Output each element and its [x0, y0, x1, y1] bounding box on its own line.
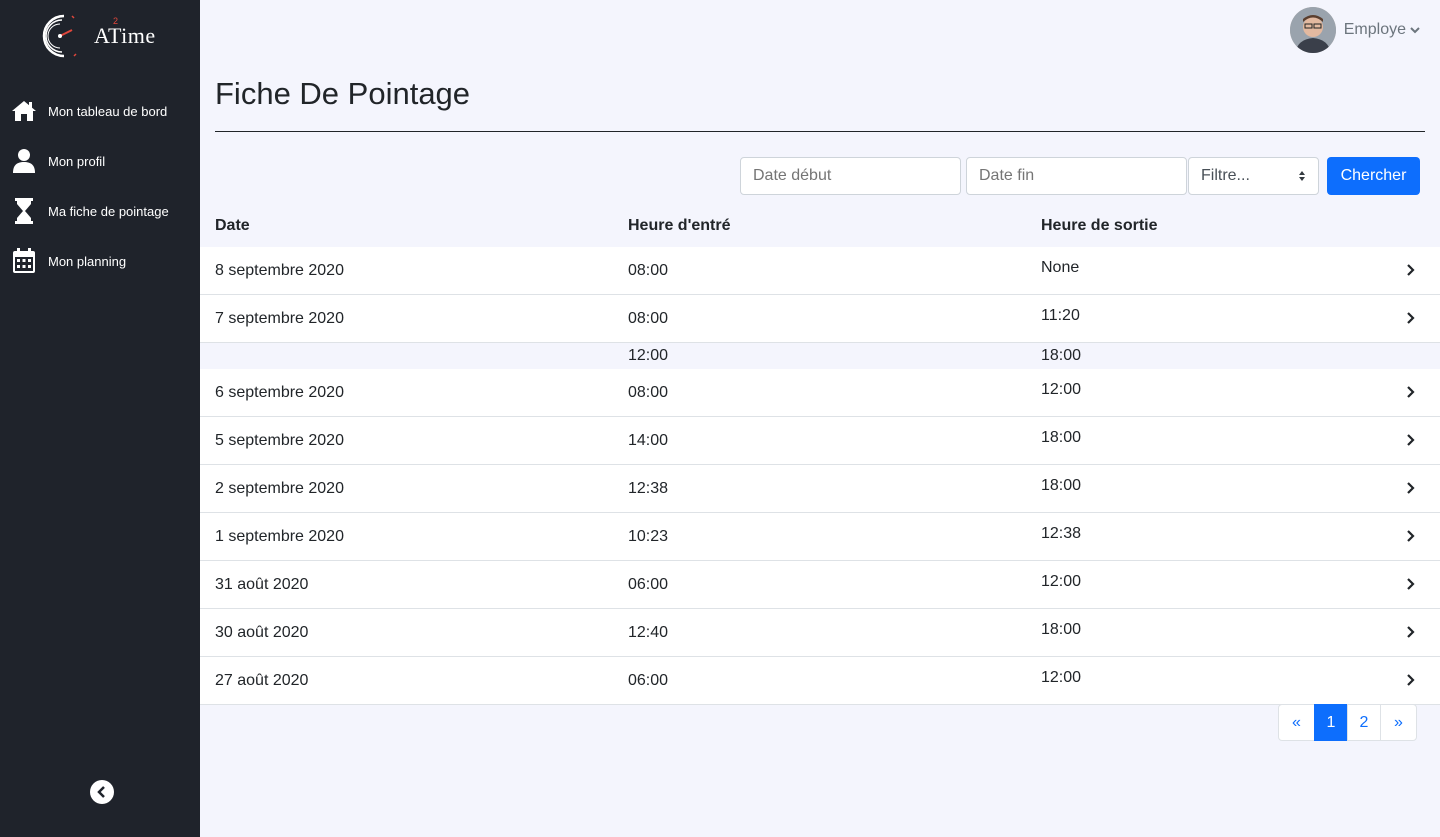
- table-row[interactable]: 5 septembre 2020 14:00 18:00: [200, 417, 1440, 465]
- cell-entry-time: 12:00: [628, 347, 669, 364]
- cell-date: 5 septembre 2020: [215, 432, 344, 449]
- main-content: Fiche De Pointage Filtre... Chercher Dat…: [200, 62, 1440, 837]
- cell-entry-time: 12:38: [628, 480, 669, 497]
- table-body: 8 septembre 2020 08:00 None 7 septembre 202…: [200, 247, 1440, 705]
- cell-entry-time: 14:00: [628, 432, 669, 449]
- pagination-page-2[interactable]: 2: [1347, 704, 1381, 741]
- table-row[interactable]: 2 septembre 2020 12:38 18:00: [200, 465, 1440, 513]
- cell-entry-time: 12:40: [628, 624, 669, 641]
- cell-entry-time: 06:00: [628, 672, 669, 689]
- sidebar-collapse-button[interactable]: [90, 780, 114, 804]
- logo-superscript: 2: [113, 16, 119, 26]
- cell-entry-time: 10:23: [628, 528, 669, 545]
- table-row[interactable]: 27 août 2020 06:00 12:00: [200, 657, 1440, 705]
- sidebar-item-planning[interactable]: Mon planning: [0, 236, 200, 286]
- sidebar-item-label: Mon planning: [48, 253, 127, 269]
- cell-exit-time: 11:20: [1041, 307, 1080, 324]
- sidebar-item-label: Mon profil: [48, 153, 106, 169]
- logo-text: ATime: [94, 23, 156, 48]
- table-row[interactable]: 8 septembre 2020 08:00 None: [200, 247, 1440, 295]
- cell-entry-time: 08:00: [628, 310, 669, 327]
- filter-select[interactable]: Filtre...: [1188, 157, 1319, 195]
- chevron-right-icon: [1407, 385, 1415, 403]
- user-menu[interactable]: Employe: [1289, 7, 1420, 53]
- cell-exit-time: 18:00: [1041, 477, 1082, 494]
- cell-date: 2 septembre 2020: [215, 480, 344, 497]
- table-row[interactable]: 31 août 2020 06:00 12:00: [200, 561, 1440, 609]
- chevron-down-icon: [1410, 21, 1420, 39]
- column-header-date: Date: [215, 217, 250, 234]
- hourglass-icon: [10, 197, 38, 225]
- sidebar-nav: Mon tableau de bord Mon profil Ma fiche …: [0, 86, 200, 286]
- sidebar-item-label: Mon tableau de bord: [48, 103, 168, 119]
- chevron-right-icon: [1407, 433, 1415, 451]
- sidebar-item-dashboard[interactable]: Mon tableau de bord: [0, 86, 200, 136]
- table-header: Date Heure d'entré Heure de sortie: [200, 207, 1440, 247]
- cell-date: 1 septembre 2020: [215, 528, 344, 545]
- timesheet-table: Date Heure d'entré Heure de sortie 8 sep…: [200, 207, 1440, 705]
- cell-exit-time: 12:38: [1041, 525, 1082, 542]
- sidebar-item-label: Ma fiche de pointage: [48, 203, 169, 219]
- table-row[interactable]: 1 septembre 2020 10:23 12:38: [200, 513, 1440, 561]
- app-logo[interactable]: ATime 2: [38, 10, 168, 62]
- date-end-input[interactable]: [966, 157, 1187, 195]
- date-start-input[interactable]: [740, 157, 961, 195]
- table-row[interactable]: 6 septembre 2020 08:00 12:00: [200, 369, 1440, 417]
- cell-date: 31 août 2020: [215, 576, 309, 593]
- calendar-icon: [10, 247, 38, 275]
- chevron-right-icon: [1407, 673, 1415, 691]
- cell-date: 8 septembre 2020: [215, 262, 344, 279]
- cell-exit-time: 18:00: [1041, 429, 1082, 446]
- search-button[interactable]: Chercher: [1327, 157, 1420, 195]
- cell-date: 30 août 2020: [215, 624, 309, 641]
- cell-exit-time: 18:00: [1041, 347, 1082, 364]
- sidebar-item-timesheet[interactable]: Ma fiche de pointage: [0, 186, 200, 236]
- filter-bar: Filtre... Chercher: [740, 157, 1420, 195]
- cell-exit-time: 12:00: [1041, 669, 1082, 686]
- home-icon: [10, 97, 38, 125]
- cell-exit-time: 18:00: [1041, 621, 1082, 638]
- chevron-right-icon: [1407, 577, 1415, 595]
- select-arrows-icon: [1299, 171, 1305, 181]
- user-name: Employe: [1343, 21, 1406, 38]
- cell-exit-time: 12:00: [1041, 573, 1082, 590]
- chevron-right-icon: [1407, 311, 1415, 329]
- cell-entry-time: 08:00: [628, 262, 669, 279]
- chevron-right-icon: [1407, 529, 1415, 547]
- sidebar: ATime 2 Mon tableau de bord Mon profil M…: [0, 0, 200, 837]
- sidebar-item-profile[interactable]: Mon profil: [0, 136, 200, 186]
- logo-mark-icon: [42, 14, 77, 58]
- cell-date: 6 septembre 2020: [215, 384, 344, 401]
- pagination-page-1[interactable]: 1: [1314, 704, 1348, 741]
- pagination-next[interactable]: »: [1380, 704, 1417, 741]
- filter-select-value: Filtre...: [1201, 167, 1250, 184]
- column-header-exit-time: Heure de sortie: [1041, 217, 1158, 234]
- table-subrow: 12:00 18:00: [200, 343, 1440, 369]
- cell-entry-time: 06:00: [628, 576, 669, 593]
- chevron-right-icon: [1407, 625, 1415, 643]
- table-row[interactable]: 7 septembre 2020 08:00 11:20: [200, 295, 1440, 343]
- cell-entry-time: 08:00: [628, 384, 669, 401]
- pagination-prev[interactable]: «: [1278, 704, 1315, 741]
- table-row[interactable]: 30 août 2020 12:40 18:00: [200, 609, 1440, 657]
- chevron-right-icon: [1407, 263, 1415, 281]
- column-header-entry-time: Heure d'entré: [628, 217, 731, 234]
- avatar: [1289, 7, 1336, 53]
- title-divider: [215, 131, 1425, 132]
- chevron-right-icon: [1407, 481, 1415, 499]
- pagination: « 1 2 »: [1278, 704, 1417, 741]
- cell-date: 7 septembre 2020: [215, 310, 344, 327]
- cell-exit-time: None: [1041, 259, 1080, 276]
- user-icon: [10, 147, 38, 175]
- cell-exit-time: 12:00: [1041, 381, 1082, 398]
- page-title: Fiche De Pointage: [215, 76, 471, 111]
- chevron-left-icon: [97, 786, 105, 798]
- topbar: Employe: [200, 0, 1440, 62]
- cell-date: 27 août 2020: [215, 672, 309, 689]
